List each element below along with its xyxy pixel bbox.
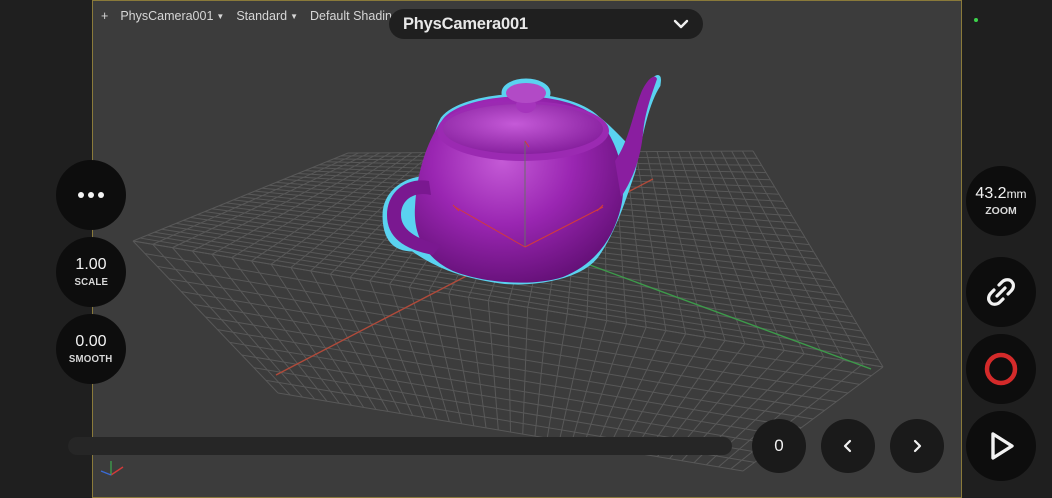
viewport-camera-label: PhysCamera001 [120,9,214,23]
grid-line [169,278,849,394]
play-icon [991,432,1014,460]
frame-number: 0 [774,436,784,455]
caret-down-icon: ▼ [290,12,298,22]
viewport-plus-menu[interactable]: + [101,9,108,23]
viewport-camera-menu[interactable]: PhysCamera001 ▼ [120,9,224,23]
viewport-view-menu[interactable]: Standard ▼ [236,9,298,23]
zoom-label: ZOOM [985,204,1017,217]
grid-line [277,392,744,472]
camera-selector-title: PhysCamera001 [403,14,528,33]
viewport-shading-menu[interactable]: Default Shading [310,9,399,23]
teapot-model [382,75,661,285]
status-dot [974,18,978,22]
chevron-left-icon [843,439,852,453]
more-button[interactable] [56,160,126,230]
chevron-down-icon [673,19,689,29]
chevron-right-icon [913,439,922,453]
grid-line [229,341,790,437]
play-button[interactable] [966,411,1036,481]
link-button[interactable] [966,257,1036,327]
viewport-view-label: Standard [236,9,288,23]
record-button[interactable] [966,334,1036,404]
prev-frame-button[interactable] [821,419,875,473]
smooth-label: SMOOTH [69,352,113,365]
scale-label: SCALE [74,275,108,288]
camera-selector[interactable]: PhysCamera001 [389,9,703,39]
axis-gizmo-icon [100,461,124,476]
smooth-value: 0.00 [75,332,107,350]
link-icon [987,278,1015,306]
next-frame-button[interactable] [890,419,944,473]
viewport-labels: + PhysCamera001 ▼ Standard ▼ Default Shadi… [101,9,399,23]
zoom-unit: mm [1006,186,1027,201]
zoom-number: 43.2 [975,184,1007,202]
zoom-value: 43.2mm [975,184,1027,202]
scale-control[interactable]: 1.00 SCALE [56,237,126,307]
scale-value: 1.00 [75,255,107,273]
record-icon [984,352,1018,386]
grid-line [181,291,837,403]
frame-counter[interactable]: 0 [752,419,806,473]
smooth-control[interactable]: 0.00 SMOOTH [56,314,126,384]
zoom-control[interactable]: 43.2mm ZOOM [966,166,1036,236]
timeline-scrubber[interactable] [68,437,732,455]
grid-line [205,316,814,420]
more-icon [78,192,104,198]
grid-line [217,329,802,429]
caret-down-icon: ▼ [216,12,225,22]
